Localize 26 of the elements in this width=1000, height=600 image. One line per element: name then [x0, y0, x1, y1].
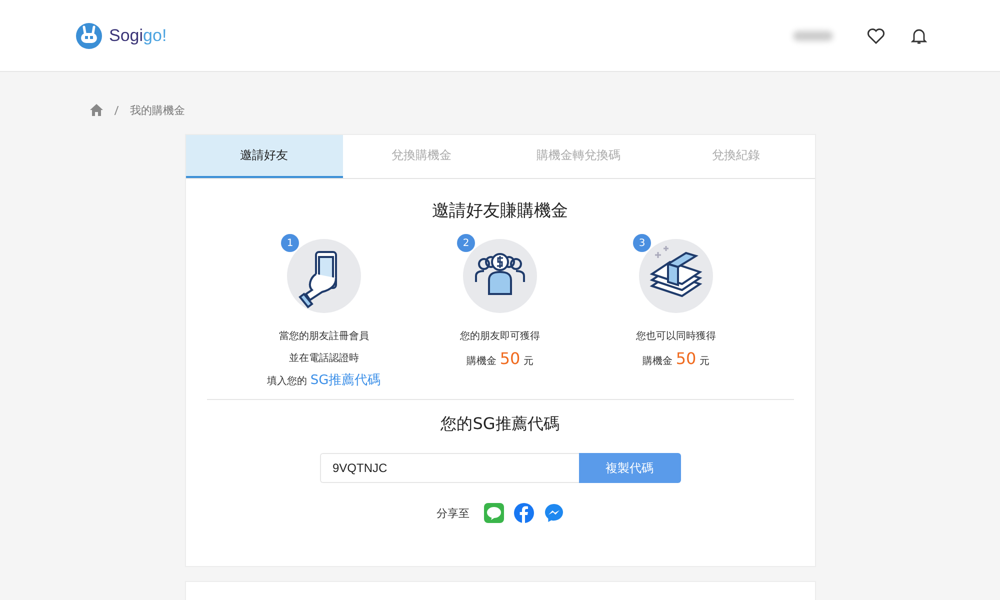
step-description: 您也可以同時獲得 [636, 330, 716, 344]
heart-icon[interactable] [867, 28, 885, 44]
step-number-badge: 2 [457, 234, 475, 252]
code-title: 您的SG推薦代碼 [440, 414, 560, 435]
copy-code-button[interactable]: 複製代碼 [578, 453, 680, 483]
step-description: 填入您的 SG推薦代碼 [267, 372, 381, 390]
logo-wordmark[interactable]: Sogigo! [109, 26, 167, 46]
logo-icon [75, 22, 103, 50]
step-description: 當您的朋友註冊會員 [278, 330, 369, 344]
home-icon[interactable] [90, 104, 103, 116]
step-number-badge: 3 [633, 234, 651, 252]
section-title: 邀請好友賺購機金 [431, 200, 569, 222]
facebook-icon[interactable] [514, 503, 534, 523]
chat-bubble-icon[interactable] [484, 503, 504, 523]
referral-code-field[interactable]: 9VQTNJC [320, 453, 578, 483]
step-number-badge: 1 [281, 234, 299, 252]
step-description: 您的朋友即可獲得 [460, 330, 540, 344]
messenger-icon[interactable] [544, 503, 564, 523]
blurred-username [793, 30, 833, 40]
breadcrumb-item: 我的購機金 [130, 102, 185, 118]
step-description: 購機金 50 元 [466, 348, 534, 370]
step-description: 並在電話認證時 [288, 352, 359, 366]
tab[interactable]: 邀請好友 [186, 135, 343, 178]
step-description: 購機金 50 元 [642, 348, 710, 370]
bell-icon[interactable] [911, 26, 927, 44]
share-label: 分享至 [436, 506, 470, 520]
